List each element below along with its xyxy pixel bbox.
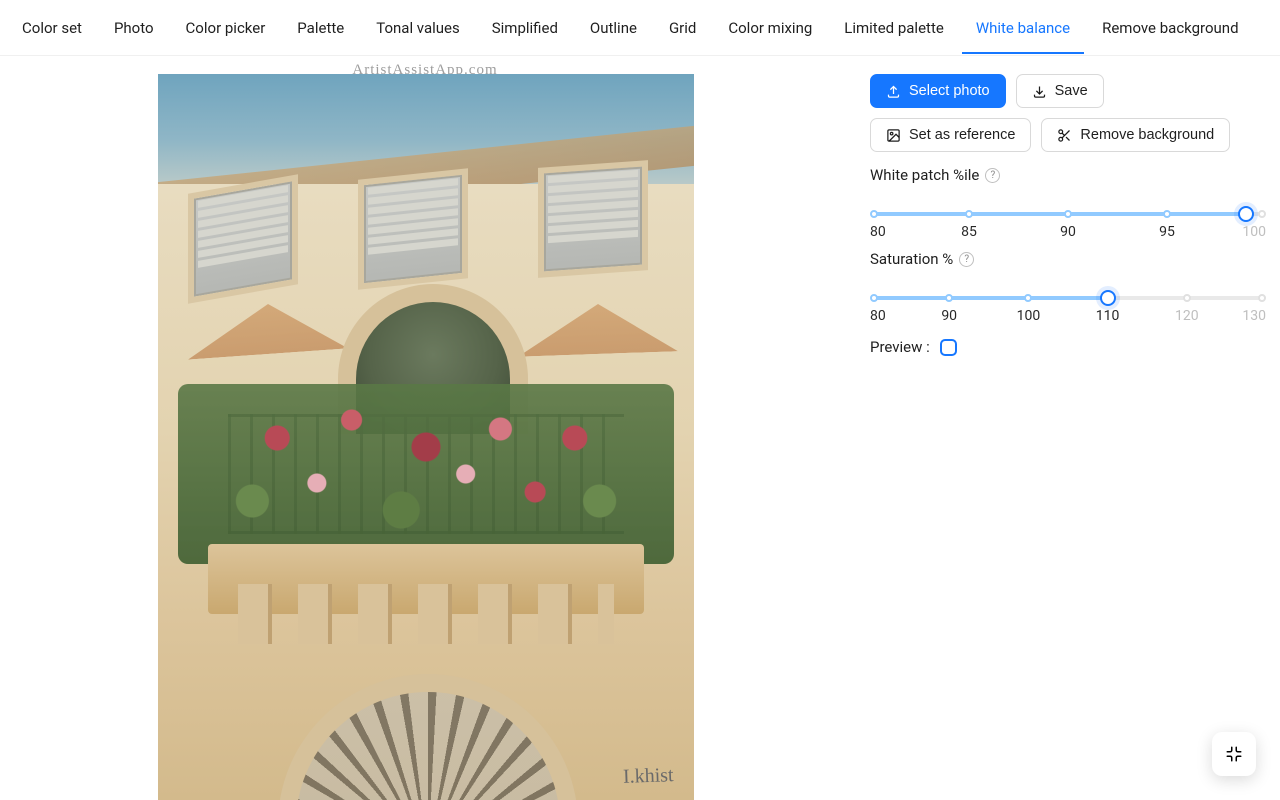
tab-color-picker[interactable]: Color picker — [172, 3, 280, 53]
tab-color-mixing[interactable]: Color mixing — [714, 3, 826, 53]
scissors-icon — [1057, 128, 1072, 143]
tab-limited-palette[interactable]: Limited palette — [830, 3, 958, 53]
slider-tick-label: 110 — [1096, 308, 1120, 324]
slider-mark — [1064, 210, 1072, 218]
compress-icon — [1225, 745, 1243, 763]
slider-tick-label: 85 — [961, 224, 977, 240]
slider-tick-label: 95 — [1159, 224, 1175, 240]
saturation-slider[interactable]: 8090100110120130 — [870, 274, 1266, 320]
controls-panel: Select photo Save Set as reference Remov… — [850, 56, 1280, 800]
slider-handle[interactable] — [1100, 290, 1116, 306]
help-icon[interactable]: ? — [959, 252, 974, 267]
set-reference-button[interactable]: Set as reference — [870, 118, 1031, 152]
slider-mark — [870, 210, 878, 218]
slider-tick-label: 80 — [870, 308, 886, 324]
reference-image[interactable]: I.khist — [158, 74, 694, 800]
slider-mark — [965, 210, 973, 218]
tab-photo[interactable]: Photo — [100, 3, 168, 53]
white-patch-slider[interactable]: 80859095100 — [870, 190, 1266, 236]
slider-mark — [1258, 294, 1266, 302]
remove-background-button[interactable]: Remove background — [1041, 118, 1230, 152]
slider-tick-label: 90 — [941, 308, 957, 324]
slider-mark — [945, 294, 953, 302]
tab-white-balance[interactable]: White balance — [962, 3, 1084, 53]
image-icon — [886, 128, 901, 143]
download-icon — [1032, 84, 1047, 99]
upload-icon — [886, 84, 901, 99]
tab-palette[interactable]: Palette — [283, 3, 358, 53]
image-signature: I.khist — [623, 764, 674, 789]
select-photo-button[interactable]: Select photo — [870, 74, 1006, 108]
slider-tick-label: 120 — [1175, 308, 1199, 324]
slider-mark — [870, 294, 878, 302]
tab-tonal-values[interactable]: Tonal values — [362, 3, 474, 53]
preview-label: Preview : — [870, 338, 930, 356]
slider-mark — [1183, 294, 1191, 302]
tab-grid[interactable]: Grid — [655, 3, 710, 53]
fullscreen-exit-button[interactable] — [1212, 732, 1256, 776]
save-button[interactable]: Save — [1016, 74, 1104, 108]
help-icon[interactable]: ? — [985, 168, 1000, 183]
preview-checkbox[interactable] — [940, 339, 957, 356]
tab-color-set[interactable]: Color set — [8, 3, 96, 53]
saturation-label: Saturation % ? — [870, 250, 1266, 268]
slider-tick-label: 100 — [1017, 308, 1041, 324]
slider-mark — [1258, 210, 1266, 218]
image-pane: ArtistAssistApp.com I.khist — [0, 56, 850, 800]
slider-tick-label: 100 — [1242, 224, 1266, 240]
tab-outline[interactable]: Outline — [576, 3, 651, 53]
tab-simplified[interactable]: Simplified — [478, 3, 572, 53]
tabs: Color set Photo Color picker Palette Ton… — [0, 0, 1280, 56]
slider-tick-label: 80 — [870, 224, 886, 240]
slider-handle[interactable] — [1238, 206, 1254, 222]
slider-tick-label: 130 — [1242, 308, 1266, 324]
slider-tick-label: 90 — [1060, 224, 1076, 240]
tab-remove-background[interactable]: Remove background — [1088, 3, 1252, 53]
slider-mark — [1024, 294, 1032, 302]
slider-mark — [1163, 210, 1171, 218]
white-patch-label: White patch %ile ? — [870, 166, 1266, 184]
